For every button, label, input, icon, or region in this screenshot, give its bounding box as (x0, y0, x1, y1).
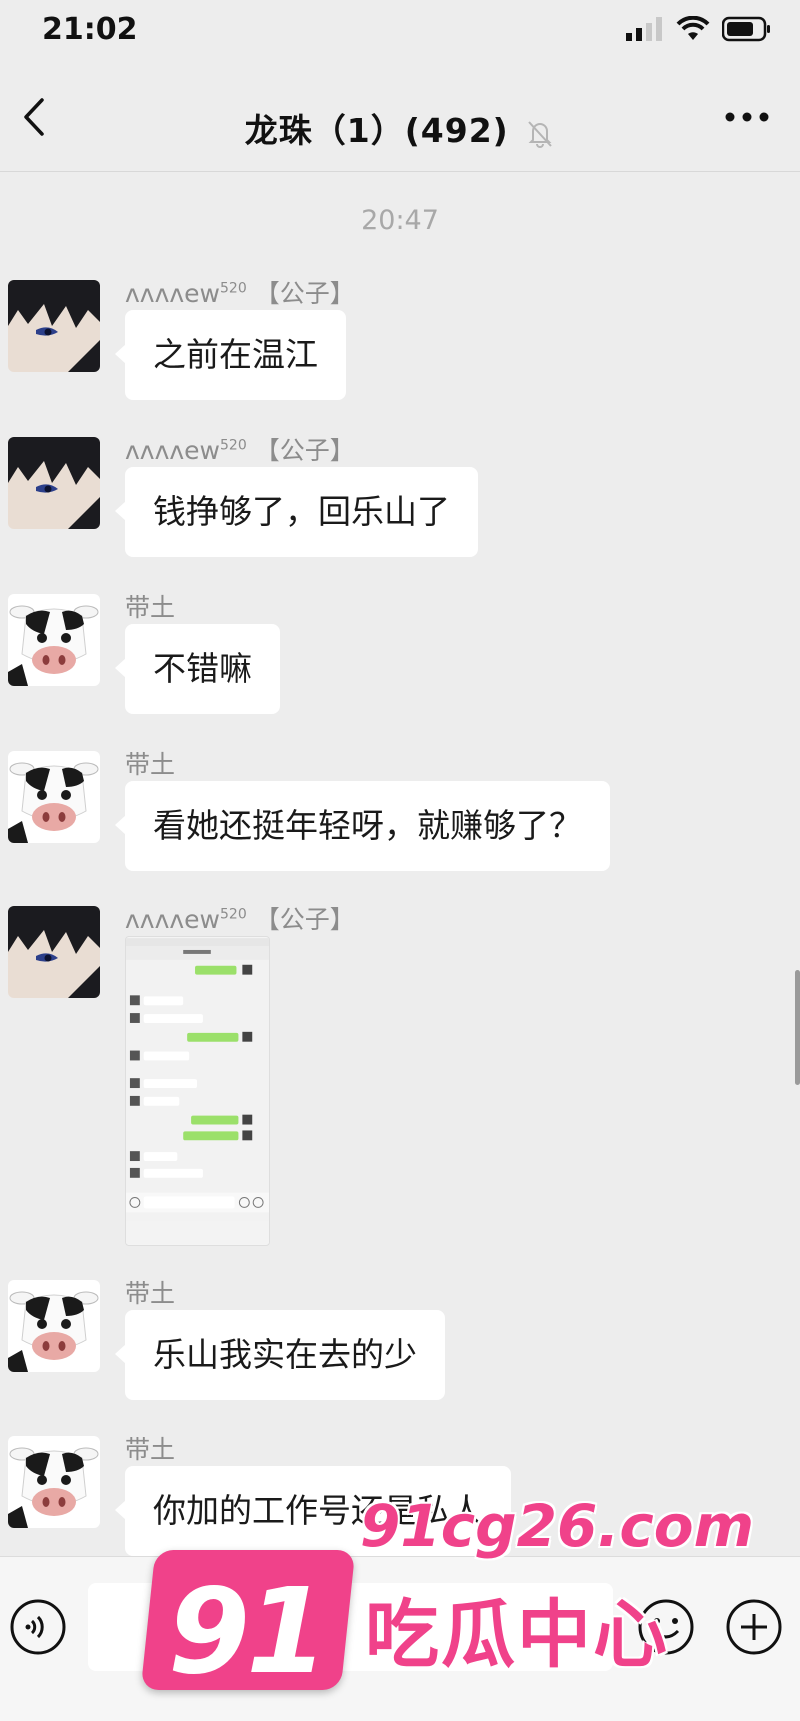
plus-icon[interactable] (724, 1597, 784, 1657)
avatar-cow[interactable] (8, 1280, 100, 1372)
sender-name: 带土 (125, 593, 176, 622)
watermark-logo: 91 91cg26.com 吃瓜中心 (140, 1470, 754, 1710)
sender-nickname: ᴧᴧᴧᴧew (125, 905, 221, 934)
wifi-icon (676, 16, 710, 40)
avatar-anime[interactable] (8, 280, 100, 372)
scrollbar[interactable] (795, 970, 800, 1085)
battery-icon (722, 16, 770, 42)
sender-name: ᴧᴧᴧᴧew520 【公子】 (125, 431, 355, 467)
chat-title: 龙珠（1）(492) (0, 104, 800, 152)
avatar-anime[interactable] (8, 906, 100, 998)
sender-nickname-sup: 520 (220, 906, 247, 923)
avatar-cow[interactable] (8, 594, 100, 686)
signal-icon (626, 17, 662, 41)
mute-icon (528, 120, 552, 148)
sender-nickname-sup: 520 (220, 280, 247, 297)
sender-name: 带土 (125, 750, 176, 779)
chat-timestamp: 20:47 (361, 205, 439, 236)
watermark-number: 91 (168, 1562, 328, 1700)
message-bubble[interactable]: 不错嘛 (115, 624, 280, 714)
watermark-domain: 91cg26.com (360, 1492, 755, 1560)
status-icons (626, 16, 772, 42)
chat-title-text: 龙珠（1）(492) (244, 111, 509, 150)
watermark-brand: 吃瓜中心 (365, 1592, 669, 1678)
screenshot-image-message[interactable] (125, 936, 270, 1246)
message-bubble[interactable]: 乐山我实在去的少 (115, 1310, 445, 1400)
avatar-anime[interactable] (8, 437, 100, 529)
nav-bar: 龙珠（1）(492) (0, 62, 800, 172)
status-bar: 21:02 (0, 0, 800, 62)
sender-nickname: ᴧᴧᴧᴧew (125, 436, 221, 465)
sender-name: ᴧᴧᴧᴧew520 【公子】 (125, 274, 355, 310)
status-time: 21:02 (42, 12, 138, 47)
message-bubble[interactable]: 钱挣够了，回乐山了 (115, 467, 478, 557)
avatar-cow[interactable] (8, 1436, 100, 1528)
sender-group-tag: 【公子】 (254, 436, 355, 465)
sender-name: 带土 (125, 1279, 176, 1308)
sender-group-tag: 【公子】 (254, 279, 355, 308)
sender-name: 带土 (125, 1435, 176, 1464)
avatar-cow[interactable] (8, 751, 100, 843)
sender-nickname: ᴧᴧᴧᴧew (125, 279, 221, 308)
message-bubble[interactable]: 看她还挺年轻呀，就赚够了？ (115, 781, 610, 871)
message-bubble[interactable]: 之前在温江 (115, 310, 346, 400)
sender-group-tag: 【公子】 (254, 905, 355, 934)
more-options-icon[interactable] (724, 110, 770, 124)
sender-name: ᴧᴧᴧᴧew520 【公子】 (125, 900, 355, 936)
sender-nickname-sup: 520 (220, 437, 247, 454)
voice-input-icon[interactable] (8, 1597, 68, 1657)
